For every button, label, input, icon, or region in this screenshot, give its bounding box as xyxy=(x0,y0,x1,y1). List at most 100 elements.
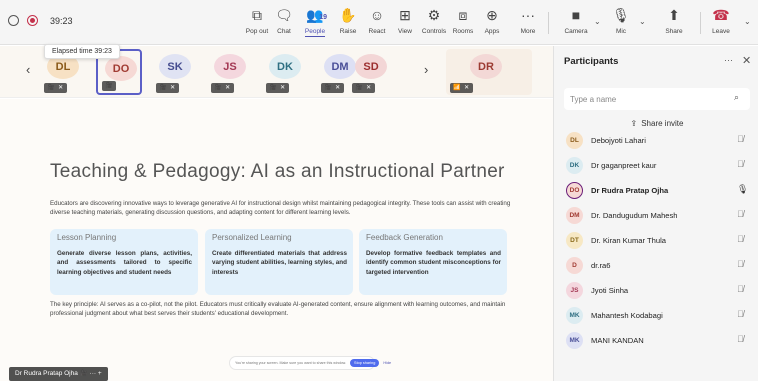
popout-icon: ⧉ xyxy=(252,7,262,23)
participant-tile[interactable]: JS 🎥 ✕ xyxy=(207,49,253,95)
mic-muted-icon[interactable]: 🎙̸ xyxy=(737,159,744,169)
tile-status: 🎥 ✕ xyxy=(211,83,235,93)
tile-status: 🎥 xyxy=(102,81,117,91)
tile-status: 📶 ✕ xyxy=(450,83,474,93)
leave-button[interactable]: ☎ Leave xyxy=(703,7,739,41)
avatar: SD xyxy=(355,54,387,79)
more-options-icon[interactable]: ··· xyxy=(724,55,733,65)
people-label: People xyxy=(304,28,326,37)
avatar: DT xyxy=(566,232,583,249)
share-button[interactable]: ⬆ Share xyxy=(656,7,692,41)
mic-muted-icon[interactable]: 🎙̸ xyxy=(737,334,744,344)
tile-status: 🎥 ✕ xyxy=(266,83,290,93)
share-screen-icon: ⬆ xyxy=(668,7,680,23)
avatar: DL xyxy=(566,132,583,149)
people-button[interactable]: 👥 19 People xyxy=(297,7,333,41)
mic-muted-icon[interactable]: 🎙̸ xyxy=(737,284,744,294)
mic-muted-icon[interactable]: 🎙̸ xyxy=(737,234,744,244)
smile-icon: ☺ xyxy=(369,7,385,23)
grid-icon: ⊞ xyxy=(399,7,411,23)
card-title: Lesson Planning xyxy=(57,233,117,242)
search-icon[interactable]: ⌕ xyxy=(734,92,739,103)
mic-options-chevron-icon[interactable]: ⌄ xyxy=(639,17,646,26)
hide-sharing-bar-button[interactable]: Hide xyxy=(383,361,391,365)
participant-name: MANI KANDAN xyxy=(591,336,644,345)
search-input[interactable] xyxy=(570,92,720,106)
participant-row[interactable]: MK Mahantesh Kodabagi 🎙̸ xyxy=(554,304,758,329)
participant-name: Dr. Kiran Kumar Thula xyxy=(591,236,666,245)
chat-label: Chat xyxy=(277,28,291,35)
camera-button[interactable]: ■ Camera xyxy=(558,7,594,41)
hangup-icon: ☎ xyxy=(712,7,730,23)
share-label: Share xyxy=(665,28,683,35)
slide-card-feedback-generation: Feedback Generation Develop formative fe… xyxy=(359,229,507,295)
mic-muted-icon[interactable]: 🎙̸ xyxy=(737,209,744,219)
stop-sharing-button[interactable]: Stop sharing xyxy=(350,359,380,367)
gallery-next-arrow-icon[interactable]: › xyxy=(424,62,428,77)
avatar: D xyxy=(566,257,583,274)
participant-search: ⌕ xyxy=(564,88,750,110)
avatar: MK xyxy=(566,307,583,324)
participant-name: Debojyoti Lahari xyxy=(591,136,646,145)
mic-muted-icon[interactable]: 🎙̸ xyxy=(737,259,744,269)
apps-label: Apps xyxy=(484,28,500,35)
sharing-message: You're sharing your screen. Make sure yo… xyxy=(235,361,347,365)
elapsed-time-tooltip: Elapsed time 39:23 xyxy=(44,44,120,59)
rooms-icon: ⧈ xyxy=(458,7,468,23)
leave-label: Leave xyxy=(712,28,730,35)
camera-options-chevron-icon[interactable]: ⌄ xyxy=(594,17,601,26)
mic-label: Mic xyxy=(615,28,627,35)
avatar: JS xyxy=(566,282,583,299)
more-label: More xyxy=(520,28,536,35)
participant-tile[interactable]: SK 🎥 ✕ xyxy=(152,49,198,95)
hand-icon: ✋ xyxy=(339,7,357,23)
mic-off-icon: 🎙 xyxy=(612,7,630,23)
card-title: Feedback Generation xyxy=(366,233,443,242)
tile-status: 🎥 ✕ xyxy=(156,83,180,93)
participant-row[interactable]: DK Dr gaganpreet kaur 🎙̸ xyxy=(554,154,758,179)
participant-row[interactable]: DT Dr. Kiran Kumar Thula 🎙̸ xyxy=(554,229,758,254)
camera-label: Camera xyxy=(564,28,588,35)
participant-name: Mahantesh Kodabagi xyxy=(591,311,663,320)
participant-row[interactable]: DM Dr. Dandugudum Mahesh 🎙̸ xyxy=(554,204,758,229)
more-icon: ··· xyxy=(521,7,535,23)
participant-row[interactable]: DO Dr Rudra Pratap Ojha 🎙 xyxy=(554,179,758,204)
participant-tile[interactable]: DR 📶 ✕ xyxy=(446,49,532,95)
participant-tile[interactable]: SD 🎥 ✕ xyxy=(348,49,394,95)
avatar: JS xyxy=(214,54,246,79)
people-icon: 👥 19 xyxy=(306,7,327,24)
raise-label: Raise xyxy=(339,28,357,35)
mic-muted-icon[interactable]: 🎙̸ xyxy=(737,134,744,144)
avatar: DO xyxy=(566,182,583,199)
participant-row[interactable]: MK MANI KANDAN 🎙̸ xyxy=(554,329,758,354)
meeting-toolbar: 39:23 ⧉ Pop out 🗨 Chat 👥 19 People ✋ Rais… xyxy=(0,0,758,45)
participant-name: Jyoti Sinha xyxy=(591,286,629,295)
popout-label: Pop out xyxy=(245,28,269,35)
camera-off-icon: ■ xyxy=(571,7,581,23)
mic-muted-icon[interactable]: 🎙̸ xyxy=(737,309,744,319)
avatar: MK xyxy=(566,332,583,349)
avatar: SK xyxy=(159,54,191,79)
participant-name: Dr. Dandugudum Mahesh xyxy=(591,211,678,220)
apps-icon: ⊕ xyxy=(486,7,498,23)
participant-row[interactable]: D dr.ra6 🎙̸ xyxy=(554,254,758,279)
more-button[interactable]: ··· More xyxy=(510,7,546,41)
chat-icon: 🗨 xyxy=(275,7,293,23)
participant-tile[interactable]: DK 🎥 ✕ xyxy=(262,49,308,95)
mic-on-icon[interactable]: 🎙 xyxy=(737,184,748,195)
slide-intro: Educators are discovering innovative way… xyxy=(50,200,511,217)
close-icon[interactable]: ✕ xyxy=(742,54,751,67)
participant-row[interactable]: DL Debojyoti Lahari 🎙̸ xyxy=(554,129,758,154)
avatar: DR xyxy=(470,54,502,79)
sharing-bar: You're sharing your screen. Make sure yo… xyxy=(229,356,391,370)
apps-button[interactable]: ⊕ Apps xyxy=(474,7,510,41)
participant-row[interactable]: JS Jyoti Sinha 🎙̸ xyxy=(554,279,758,304)
gallery-prev-arrow-icon[interactable]: ‹ xyxy=(26,62,30,77)
controls-label: Controls xyxy=(421,28,447,35)
leave-options-chevron-icon[interactable]: ⌄ xyxy=(744,17,751,26)
meeting-info-icon[interactable] xyxy=(8,15,19,26)
mic-button[interactable]: 🎙 Mic xyxy=(603,7,639,41)
slide-card-lesson-planning: Lesson Planning Generate diverse lesson … xyxy=(50,229,198,295)
card-body: Develop formative feedback templates and… xyxy=(366,250,501,276)
tile-status: 🎥 ✕ xyxy=(321,83,345,93)
